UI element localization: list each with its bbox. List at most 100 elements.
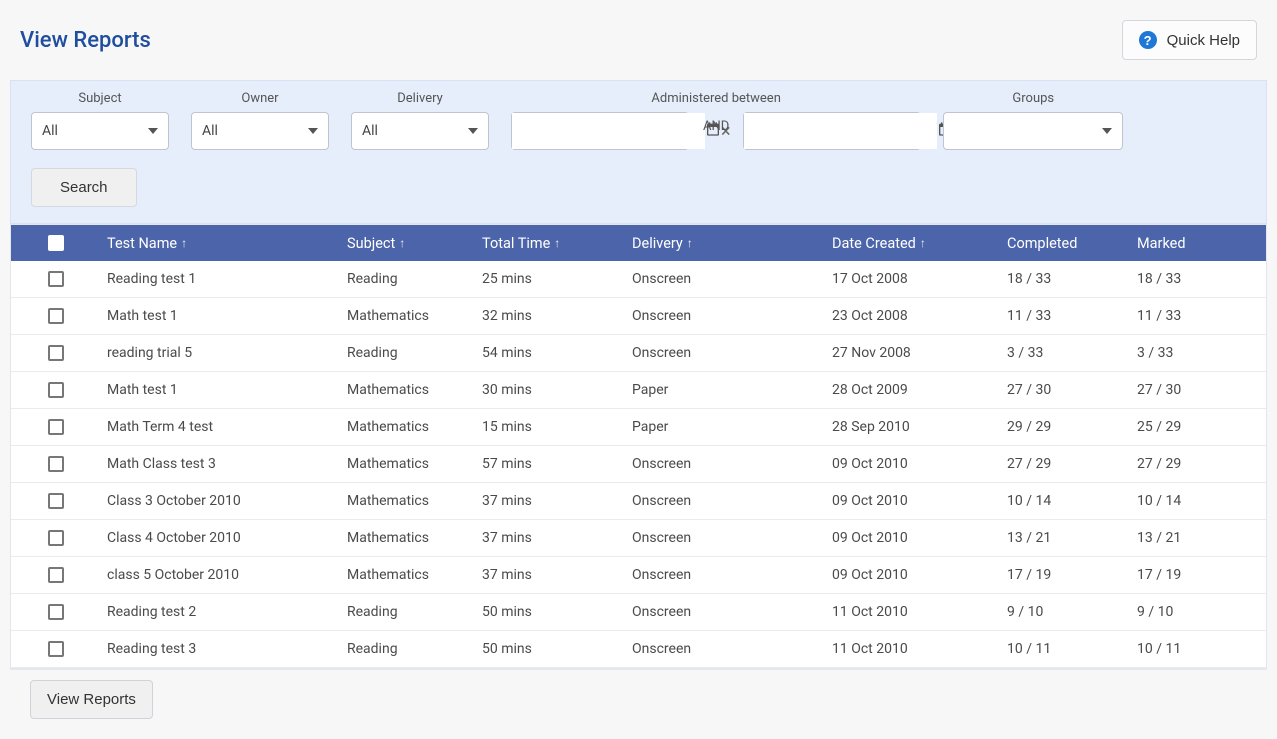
select-all-checkbox[interactable] bbox=[48, 235, 64, 251]
row-checkbox[interactable] bbox=[48, 382, 64, 398]
row-name: Math test 1 bbox=[101, 308, 341, 324]
row-checkbox[interactable] bbox=[48, 530, 64, 546]
chevron-down-icon bbox=[148, 128, 158, 134]
row-subject: Mathematics bbox=[341, 308, 476, 324]
header-completed[interactable]: Completed bbox=[1001, 235, 1131, 252]
table-row[interactable]: Math Term 4 testMathematics15 minsPaper2… bbox=[11, 409, 1266, 446]
header-marked[interactable]: Marked bbox=[1131, 235, 1266, 252]
table-row[interactable]: reading trial 5Reading54 minsOnscreen27 … bbox=[11, 335, 1266, 372]
row-name: Class 4 October 2010 bbox=[101, 530, 341, 546]
owner-select[interactable]: All bbox=[191, 112, 329, 150]
row-select-cell bbox=[11, 382, 101, 398]
subject-select[interactable]: All bbox=[31, 112, 169, 150]
row-subject: Reading bbox=[341, 641, 476, 657]
header-total-time[interactable]: Total Time↑ bbox=[476, 235, 626, 252]
header-date-created[interactable]: Date Created↑ bbox=[826, 235, 1001, 252]
row-delivery: Onscreen bbox=[626, 604, 826, 620]
row-delivery: Paper bbox=[626, 382, 826, 398]
row-select-cell bbox=[11, 345, 101, 361]
row-checkbox[interactable] bbox=[48, 271, 64, 287]
row-created: 11 Oct 2010 bbox=[826, 604, 1001, 620]
row-checkbox[interactable] bbox=[48, 604, 64, 620]
row-created: 23 Oct 2008 bbox=[826, 308, 1001, 324]
row-name: Math Class test 3 bbox=[101, 456, 341, 472]
row-checkbox[interactable] bbox=[48, 567, 64, 583]
row-name: Math Term 4 test bbox=[101, 419, 341, 435]
row-marked: 18 / 33 bbox=[1131, 271, 1266, 287]
table-row[interactable]: Math test 1Mathematics32 minsOnscreen23 … bbox=[11, 298, 1266, 335]
table-row[interactable]: Math test 1Mathematics30 minsPaper28 Oct… bbox=[11, 372, 1266, 409]
groups-select[interactable] bbox=[943, 112, 1123, 150]
row-time: 37 mins bbox=[476, 493, 626, 509]
row-delivery: Onscreen bbox=[626, 345, 826, 361]
row-checkbox[interactable] bbox=[48, 641, 64, 657]
filter-groups-label: Groups bbox=[1012, 91, 1054, 106]
row-marked: 9 / 10 bbox=[1131, 604, 1266, 620]
page-container: View Reports ? Quick Help Subject All Ow… bbox=[0, 0, 1277, 739]
header-select-all[interactable] bbox=[11, 235, 101, 251]
quick-help-button[interactable]: ? Quick Help bbox=[1122, 20, 1257, 60]
table-row[interactable]: Class 3 October 2010Mathematics37 minsOn… bbox=[11, 483, 1266, 520]
search-button[interactable]: Search bbox=[31, 168, 137, 207]
row-completed: 27 / 29 bbox=[1001, 456, 1131, 472]
sort-up-icon: ↑ bbox=[554, 236, 560, 250]
page-title: View Reports bbox=[20, 28, 151, 53]
row-subject: Mathematics bbox=[341, 567, 476, 583]
table-row[interactable]: Math Class test 3Mathematics57 minsOnscr… bbox=[11, 446, 1266, 483]
row-time: 30 mins bbox=[476, 382, 626, 398]
row-checkbox[interactable] bbox=[48, 419, 64, 435]
row-name: Math test 1 bbox=[101, 382, 341, 398]
row-created: 09 Oct 2010 bbox=[826, 530, 1001, 546]
row-checkbox[interactable] bbox=[48, 308, 64, 324]
row-name: Reading test 2 bbox=[101, 604, 341, 620]
row-checkbox[interactable] bbox=[48, 493, 64, 509]
row-delivery: Onscreen bbox=[626, 456, 826, 472]
row-select-cell bbox=[11, 493, 101, 509]
row-subject: Mathematics bbox=[341, 382, 476, 398]
row-marked: 13 / 21 bbox=[1131, 530, 1266, 546]
row-marked: 27 / 29 bbox=[1131, 456, 1266, 472]
filter-delivery-label: Delivery bbox=[397, 91, 443, 106]
date-from-field[interactable] bbox=[512, 113, 705, 149]
row-completed: 9 / 10 bbox=[1001, 604, 1131, 620]
table-row[interactable]: Class 4 October 2010Mathematics37 minsOn… bbox=[11, 520, 1266, 557]
view-reports-button[interactable]: View Reports bbox=[30, 680, 153, 719]
row-completed: 13 / 21 bbox=[1001, 530, 1131, 546]
row-delivery: Onscreen bbox=[626, 530, 826, 546]
subject-select-value: All bbox=[42, 123, 58, 139]
row-checkbox[interactable] bbox=[48, 345, 64, 361]
date-to-field[interactable] bbox=[744, 113, 937, 149]
delivery-select-value: All bbox=[362, 123, 378, 139]
table-row[interactable]: Reading test 3Reading50 minsOnscreen11 O… bbox=[11, 631, 1266, 668]
sort-up-icon: ↑ bbox=[920, 236, 926, 250]
filter-owner-label: Owner bbox=[241, 91, 278, 106]
row-time: 37 mins bbox=[476, 567, 626, 583]
row-time: 50 mins bbox=[476, 604, 626, 620]
header-delivery[interactable]: Delivery↑ bbox=[626, 235, 826, 252]
row-subject: Reading bbox=[341, 271, 476, 287]
row-select-cell bbox=[11, 567, 101, 583]
header-subject[interactable]: Subject↑ bbox=[341, 235, 476, 252]
row-select-cell bbox=[11, 530, 101, 546]
filter-panel: Subject All Owner All Delivery All bbox=[10, 80, 1267, 224]
chevron-down-icon bbox=[468, 128, 478, 134]
table-row[interactable]: class 5 October 2010Mathematics37 minsOn… bbox=[11, 557, 1266, 594]
filter-owner: Owner All bbox=[191, 91, 329, 150]
administered-label: Administered between bbox=[651, 91, 781, 106]
row-subject: Mathematics bbox=[341, 493, 476, 509]
delivery-select[interactable]: All bbox=[351, 112, 489, 150]
row-completed: 27 / 30 bbox=[1001, 382, 1131, 398]
date-to-input[interactable]: × bbox=[743, 112, 921, 150]
row-marked: 27 / 30 bbox=[1131, 382, 1266, 398]
filter-administered: Administered between × AND bbox=[511, 91, 921, 150]
table-row[interactable]: Reading test 2Reading50 minsOnscreen11 O… bbox=[11, 594, 1266, 631]
date-from-input[interactable]: × bbox=[511, 112, 689, 150]
header-test-name[interactable]: Test Name↑ bbox=[101, 235, 341, 252]
table-row[interactable]: Reading test 1Reading25 minsOnscreen17 O… bbox=[11, 261, 1266, 298]
row-created: 27 Nov 2008 bbox=[826, 345, 1001, 361]
row-select-cell bbox=[11, 641, 101, 657]
row-checkbox[interactable] bbox=[48, 456, 64, 472]
row-subject: Reading bbox=[341, 345, 476, 361]
sort-up-icon: ↑ bbox=[181, 236, 187, 250]
row-select-cell bbox=[11, 456, 101, 472]
